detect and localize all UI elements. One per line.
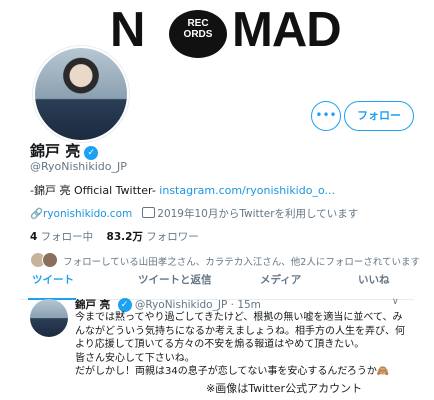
logo-letter-n: N (110, 3, 145, 57)
tweet-author-name[interactable]: 錦戸 亮 (75, 299, 110, 311)
tweet-header: 錦戸 亮 ✓ @RyoNishikido_JP · 15m (75, 297, 261, 312)
tweet-line: んながどういう気持ちになるか考えましょうね。相手方の人生を弄び、何 (75, 325, 405, 337)
verified-badge-icon: ✓ (84, 146, 99, 160)
website-link[interactable]: ryonishikido.com (43, 208, 132, 220)
follow-button[interactable]: フォロー (344, 101, 414, 131)
profile-meta: 🔗ryonishikido.com 2019年10月からTwitterを利用して… (30, 206, 358, 221)
avatar-image (35, 48, 127, 140)
tweet-avatar[interactable] (30, 299, 68, 337)
tweet-line: 今までは黙ってやり過ごしてきたけど、根拠の無い嘘を適当に並べて、み (75, 312, 403, 323)
chevron-down-icon[interactable]: ∨ (392, 297, 399, 307)
bio-instagram-link[interactable]: instagram.com/ryonishikido_o... (159, 184, 335, 197)
joined-date: 2019年10月からTwitterを利用しています (157, 208, 359, 220)
profile-handle: @RyoNishikido_JP (30, 160, 127, 173)
tweet-line: より応援して頂いてる方々の不安を煽る報道はやめて頂きたい。 (75, 339, 365, 350)
profile-avatar[interactable] (33, 46, 129, 142)
tab-media[interactable]: メディア (260, 272, 301, 287)
verified-badge-icon: ✓ (117, 298, 132, 312)
bio-text: -錦戸 亮 Official Twitter- (30, 184, 160, 197)
tab-tweets[interactable]: ツイート (32, 272, 74, 287)
tweet-line: だがしかし！両親は34の息子が恋してない事を安心するんだろうか🙈 (75, 366, 390, 377)
profile-name-text: 錦戸 亮 (30, 142, 81, 160)
followers-label: フォロワー (142, 231, 199, 243)
followers-link[interactable]: 83.2万 フォロワー (107, 231, 199, 243)
tab-likes[interactable]: いいね (358, 272, 390, 287)
more-options-button[interactable]: ••• (311, 101, 341, 131)
logo-letters-mad: MAD (232, 3, 342, 57)
tweet-time[interactable]: · 15m (231, 299, 261, 311)
tweet-text: 今までは黙ってやり過ごしてきたけど、根拠の無い嘘を適当に並べて、み んながどうい… (75, 311, 420, 379)
following-link[interactable]: 4 フォロー中 (30, 231, 93, 243)
tweet-author-handle: @RyoNishikido_JP (134, 299, 228, 311)
tab-tweets-and-replies[interactable]: ツイートと返信 (138, 272, 212, 287)
logo-records-text: REC ORDS (183, 18, 213, 40)
followers-count: 83.2万 (106, 231, 143, 243)
tweet-line: 皆さん安心して下さいね。 (75, 352, 195, 364)
link-icon: 🔗 (30, 208, 44, 220)
profile-bio: -錦戸 亮 Official Twitter- instagram.com/ry… (30, 182, 335, 198)
follow-counts: 4 フォロー中 83.2万 フォロワー (30, 229, 199, 244)
calendar-icon (142, 207, 156, 218)
image-credit-caption: ※画像はTwitter公式アカウント (206, 382, 363, 395)
profile-name: 錦戸 亮 ✓ (30, 140, 99, 161)
profile-tabs: ツイート ツイートと返信 メディア いいね (20, 266, 414, 300)
following-label: フォロー中 (37, 231, 94, 243)
